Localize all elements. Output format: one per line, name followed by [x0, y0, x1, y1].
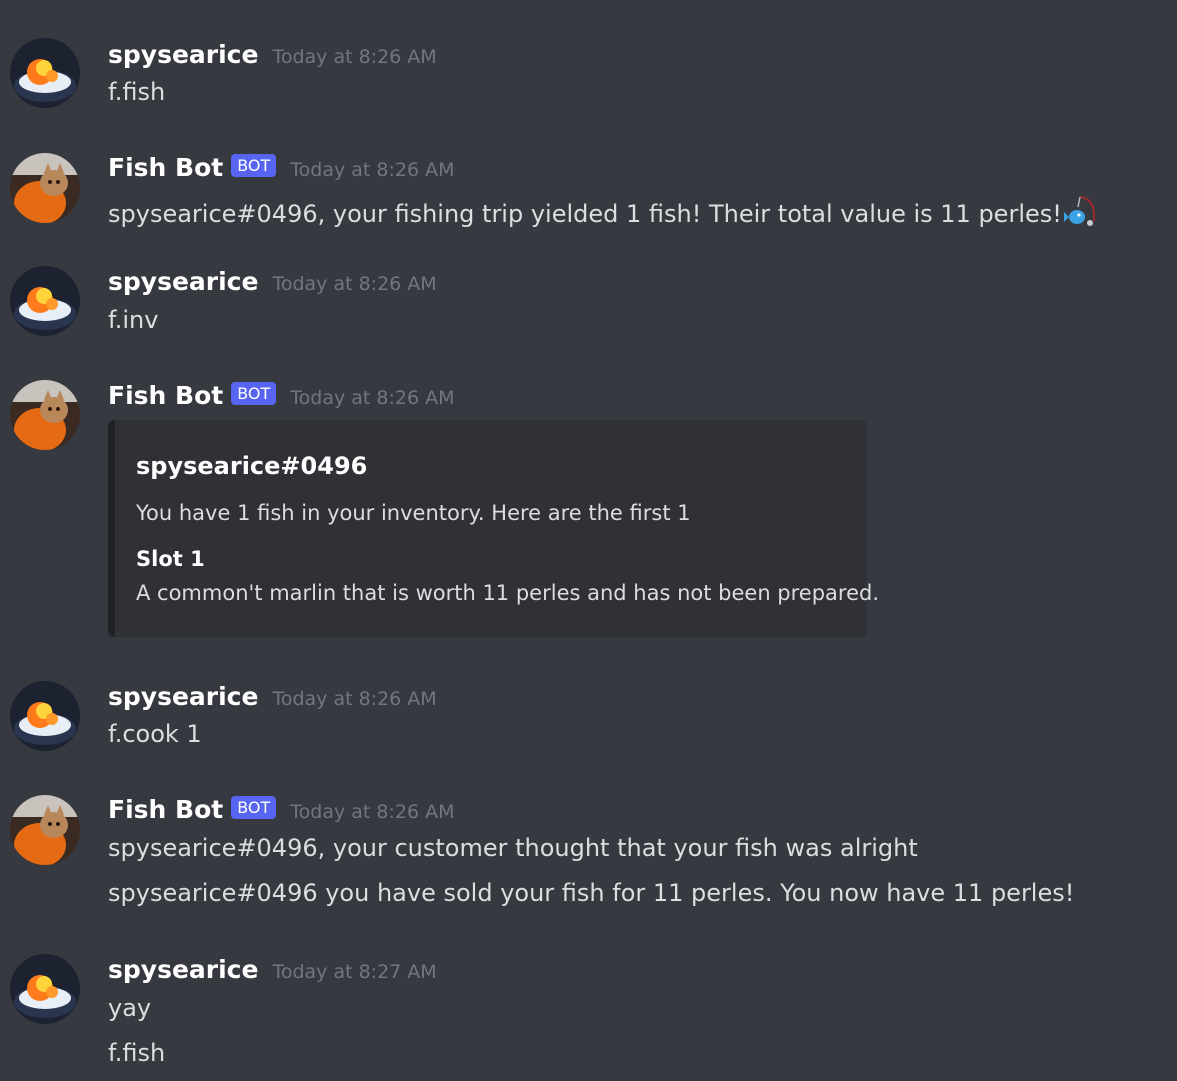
message-text: spysearice#0496, your fishing trip yield…: [108, 200, 1062, 228]
inventory-embed: spysearice#0496 You have 1 fish in your …: [108, 420, 879, 637]
bot-avatar[interactable]: [10, 795, 80, 865]
timestamp: Today at 8:26 AM: [272, 273, 437, 295]
user-avatar[interactable]: [10, 954, 80, 1024]
message-text: yay: [108, 994, 152, 1022]
message-text: f.fish: [108, 78, 166, 106]
embed-field-value: A common't marlin that is worth 11 perle…: [136, 581, 880, 605]
username[interactable]: spysearice: [108, 40, 258, 69]
username[interactable]: Fish Bot: [108, 153, 223, 182]
username[interactable]: spysearice: [108, 682, 258, 711]
user-avatar[interactable]: [10, 681, 80, 751]
message-text: spysearice#0496 you have sold your fish …: [108, 879, 1075, 907]
username[interactable]: Fish Bot: [108, 381, 223, 410]
chat-messages: spysearice Today at 8:26 AM f.fish Fish …: [0, 0, 1177, 1081]
timestamp: Today at 8:26 AM: [272, 46, 437, 68]
username[interactable]: spysearice: [108, 955, 258, 984]
timestamp: Today at 8:26 AM: [290, 159, 455, 181]
username[interactable]: Fish Bot: [108, 795, 223, 824]
fishing-pole-emoji: [1063, 193, 1098, 237]
embed-title: spysearice#0496: [136, 452, 368, 480]
timestamp: Today at 8:26 AM: [290, 801, 455, 823]
message-text: f.inv: [108, 306, 159, 334]
message-text: f.cook 1: [108, 720, 202, 748]
embed-description: You have 1 fish in your inventory. Here …: [136, 501, 691, 525]
bot-tag: BOT: [231, 382, 277, 405]
timestamp: Today at 8:26 AM: [272, 688, 437, 710]
message-line: spysearice#0496, your fishing trip yield…: [108, 193, 1098, 237]
username[interactable]: spysearice: [108, 267, 258, 296]
user-avatar[interactable]: [10, 266, 80, 336]
bot-avatar[interactable]: [10, 153, 80, 223]
user-avatar[interactable]: [10, 38, 80, 108]
bot-tag: BOT: [231, 154, 277, 177]
embed-field-name: Slot 1: [136, 547, 205, 571]
bot-avatar[interactable]: [10, 380, 80, 450]
message-text: f.fish: [108, 1039, 166, 1067]
timestamp: Today at 8:26 AM: [290, 387, 455, 409]
timestamp: Today at 8:27 AM: [272, 961, 437, 983]
message-text: spysearice#0496, your customer thought t…: [108, 834, 918, 862]
bot-tag: BOT: [231, 796, 277, 819]
